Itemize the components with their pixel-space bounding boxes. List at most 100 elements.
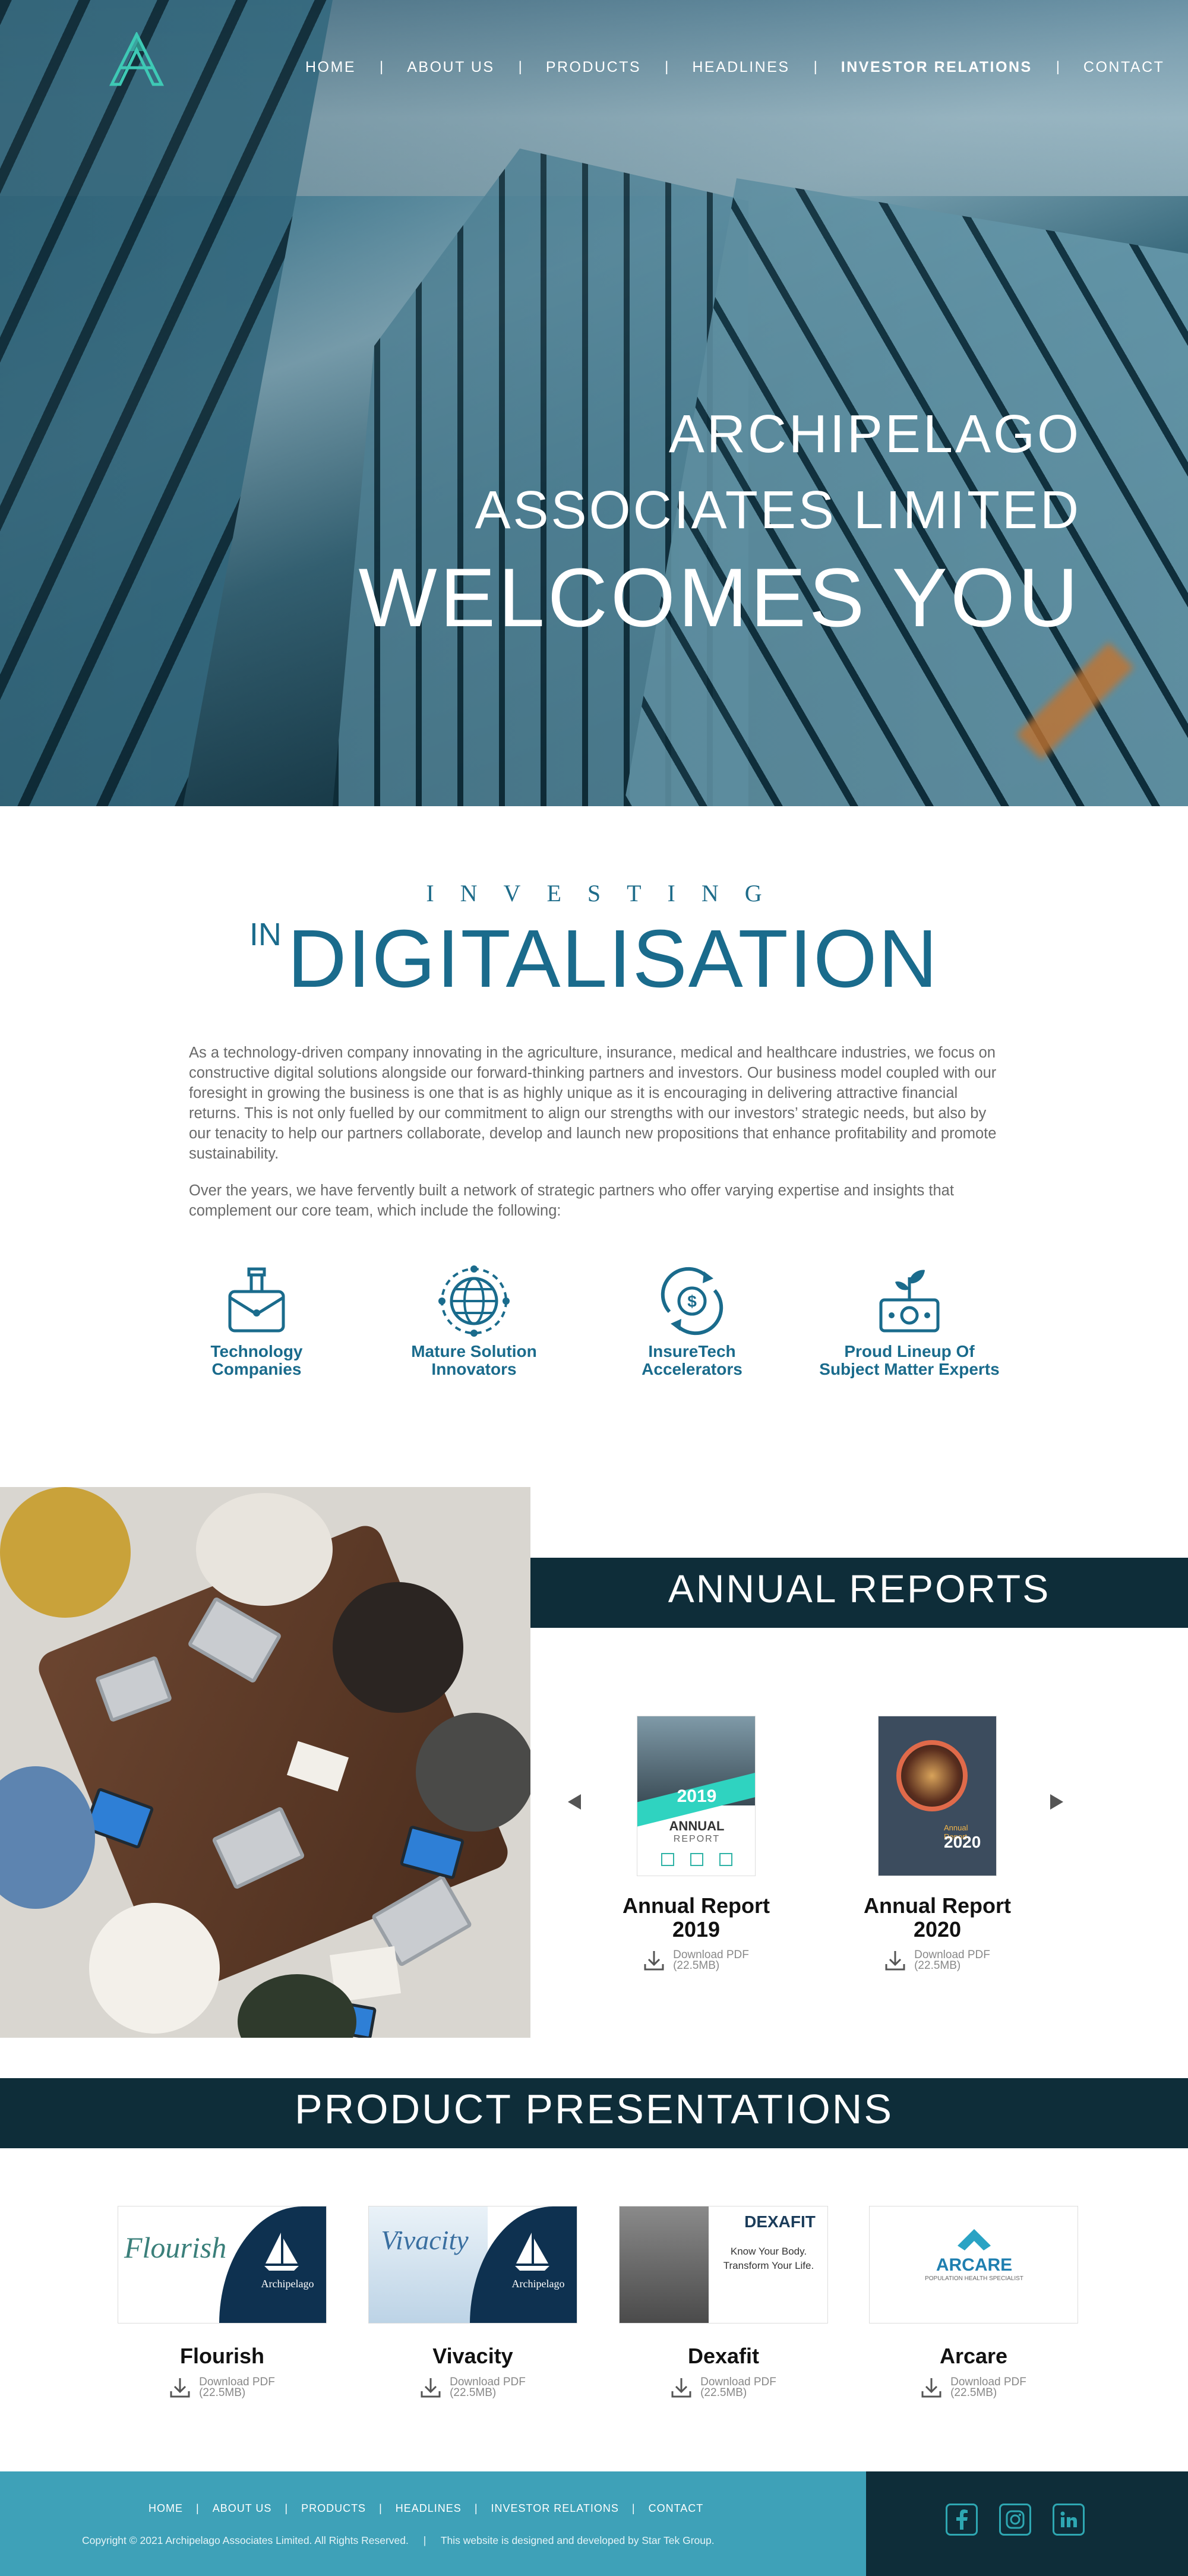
feature-label-line-1: Proud Lineup Of	[844, 1342, 975, 1360]
linkedin-icon[interactable]	[1053, 2504, 1085, 2536]
download-size: (22.5MB)	[700, 2386, 747, 2399]
product-name[interactable]: Vivacity	[368, 2344, 577, 2369]
footer-nav-investor-relations[interactable]: INVESTOR RELATIONS	[491, 2502, 619, 2515]
intro-paragraph-2: Over the years, we have fervently built …	[189, 1182, 954, 1219]
report-name[interactable]: Annual Report 2019	[601, 1894, 791, 1942]
intro-paragraph-1: As a technology-driven company innovatin…	[189, 1044, 997, 1162]
product-thumbnail-arcare[interactable]: ARCARE POPULATION HEALTH SPECIALIST	[869, 2206, 1078, 2324]
hero-title-line-2: ASSOCIATES LIMITED	[475, 481, 1081, 540]
download-pdf-link[interactable]: Download PDF (22.5MB)	[869, 2376, 1078, 2399]
report-cover-2020[interactable]: Annual Report 2020	[878, 1716, 997, 1876]
triangle-right-icon[interactable]	[1049, 1793, 1064, 1811]
thumb-brand: ARCARE	[936, 2255, 1013, 2275]
download-pdf-link[interactable]: Download PDF (22.5MB)	[118, 2376, 327, 2398]
footer-nav-separator: |	[631, 2502, 636, 2514]
cover-year: 2020	[944, 1833, 981, 1851]
download-pdf-link[interactable]: Download PDF (22.5MB)	[601, 1949, 791, 1971]
download-pdf-link[interactable]: Download PDF (22.5MB)	[368, 2376, 577, 2399]
photo-person	[89, 1903, 220, 2034]
thumb-tagline-2: Transform Your Life.	[723, 2260, 814, 2271]
report-name-line-2: 2019	[672, 1917, 721, 1942]
nav-separator: |	[518, 59, 522, 75]
feature-label: Proud Lineup Of Subject Matter Experts	[797, 1343, 1022, 1378]
annual-reports-title: ANNUAL REPORTS	[668, 1567, 1051, 1611]
report-name[interactable]: Annual Report 2020	[842, 1894, 1032, 1942]
feature-label: Technology Companies	[144, 1343, 369, 1378]
nav-about-us[interactable]: ABOUT US	[407, 59, 494, 76]
product-vivacity[interactable]: Vivacity Archipelago Vivacity Download P…	[368, 2206, 577, 2398]
download-icon	[671, 2378, 691, 2398]
feature-label-line-2: Companies	[211, 1360, 302, 1378]
product-thumbnail-dexafit[interactable]: DEXAFIT Know Your Body. Transform Your L…	[619, 2206, 828, 2324]
footer-nav-separator: |	[196, 2502, 200, 2514]
product-arcare[interactable]: ARCARE POPULATION HEALTH SPECIALIST Arca…	[869, 2206, 1078, 2398]
nav-headlines[interactable]: HEADLINES	[692, 59, 789, 76]
photo-person	[416, 1713, 530, 1832]
feature-label-line-1: Technology	[210, 1342, 303, 1360]
feature-label-line-2: Subject Matter Experts	[819, 1360, 1000, 1378]
footer-copyright: Copyright © 2021 Archipelago Associates …	[82, 2534, 409, 2546]
thumb-partner: Archipelago	[261, 2278, 314, 2290]
hero-banner	[0, 0, 1188, 806]
product-dexafit[interactable]: DEXAFIT Know Your Body. Transform Your L…	[619, 2206, 828, 2398]
footer-copyright-line: Copyright © 2021 Archipelago Associates …	[82, 2534, 715, 2547]
nav-separator: |	[665, 59, 669, 75]
arcare-logo-icon	[958, 2229, 991, 2250]
cover-sub: REPORT	[673, 1834, 721, 1844]
annual-report-2020[interactable]: Annual Report 2020 Annual Report 2020 Do…	[842, 1716, 1032, 1971]
report-cover-2019[interactable]: 2019 ANNUAL REPORT	[637, 1716, 756, 1876]
product-name[interactable]: Arcare	[869, 2344, 1078, 2369]
thumb-brand: Vivacity	[381, 2225, 469, 2255]
thumb-partner: Archipelago	[511, 2278, 565, 2290]
report-name-line-1: Annual Report	[623, 1893, 770, 1918]
facebook-icon[interactable]	[946, 2504, 978, 2536]
main-nav: HOME | ABOUT US | PRODUCTS | HEADLINES |…	[305, 57, 1163, 77]
plant-money-icon	[879, 1270, 940, 1333]
download-size: (22.5MB)	[450, 2386, 497, 2399]
footer-nav-headlines[interactable]: HEADLINES	[396, 2502, 462, 2515]
download-text: Download PDF (22.5MB)	[199, 2376, 275, 2398]
nav-products[interactable]: PRODUCTS	[546, 59, 641, 76]
download-icon	[885, 1951, 905, 1971]
product-thumbnail-vivacity[interactable]: Vivacity Archipelago	[368, 2206, 577, 2324]
download-pdf-link[interactable]: Download PDF (22.5MB)	[619, 2376, 828, 2399]
archipelago-logo-icon[interactable]	[107, 32, 166, 87]
download-text: Download PDF (22.5MB)	[700, 2376, 776, 2399]
footer-nav-contact[interactable]: CONTACT	[649, 2502, 704, 2515]
product-flourish[interactable]: Flourish Archipelago Flourish Download P…	[118, 2206, 327, 2398]
nav-investor-relations[interactable]: INVESTOR RELATIONS	[841, 59, 1032, 76]
nav-home[interactable]: HOME	[305, 59, 356, 76]
heading-prefix: IN	[249, 917, 282, 952]
download-text: Download PDF (22.5MB)	[450, 2376, 526, 2399]
annual-report-2019[interactable]: 2019 ANNUAL REPORT Annual Report 2019 Do…	[601, 1716, 791, 1971]
product-name[interactable]: Flourish	[118, 2344, 327, 2369]
product-presentations-title: PRODUCT PRESENTATIONS	[294, 2086, 894, 2132]
footer-nav-home[interactable]: HOME	[148, 2502, 183, 2515]
triangle-left-icon[interactable]	[567, 1793, 582, 1811]
download-icon	[421, 2378, 441, 2398]
download-icon	[170, 2378, 190, 2398]
feature-mature-solution-innovators: Mature Solution Innovators	[361, 1265, 587, 1378]
footer-main	[0, 2471, 866, 2576]
nav-separator: |	[1056, 59, 1060, 75]
nav-contact[interactable]: CONTACT	[1083, 59, 1164, 76]
instagram-icon[interactable]	[999, 2504, 1031, 2536]
cover-year: 2019	[677, 1786, 717, 1806]
footer-nav-about-us[interactable]: ABOUT US	[213, 2502, 272, 2515]
product-thumbnail-flourish[interactable]: Flourish Archipelago	[118, 2206, 327, 2324]
cover-circle-image	[896, 1740, 968, 1811]
report-name-line-2: 2020	[913, 1917, 962, 1942]
feature-label-line-1: Mature Solution	[411, 1342, 537, 1360]
footer-credit[interactable]: This website is designed and developed b…	[441, 2534, 715, 2546]
download-size: (22.5MB)	[950, 2386, 997, 2399]
feature-subject-matter-experts: Proud Lineup Of Subject Matter Experts	[797, 1265, 1022, 1378]
thumb-photo-panel	[620, 2206, 709, 2323]
footer-nav-products[interactable]: PRODUCTS	[301, 2502, 366, 2515]
heading-main: DIGITALISATION	[287, 913, 939, 1005]
nav-separator: |	[813, 59, 817, 75]
footer-nav-separator: |	[379, 2502, 383, 2514]
product-name[interactable]: Dexafit	[619, 2344, 828, 2369]
download-icon	[644, 1951, 664, 1971]
download-pdf-link[interactable]: Download PDF (22.5MB)	[842, 1949, 1032, 1971]
feature-label: InsureTech Accelerators	[579, 1343, 805, 1378]
